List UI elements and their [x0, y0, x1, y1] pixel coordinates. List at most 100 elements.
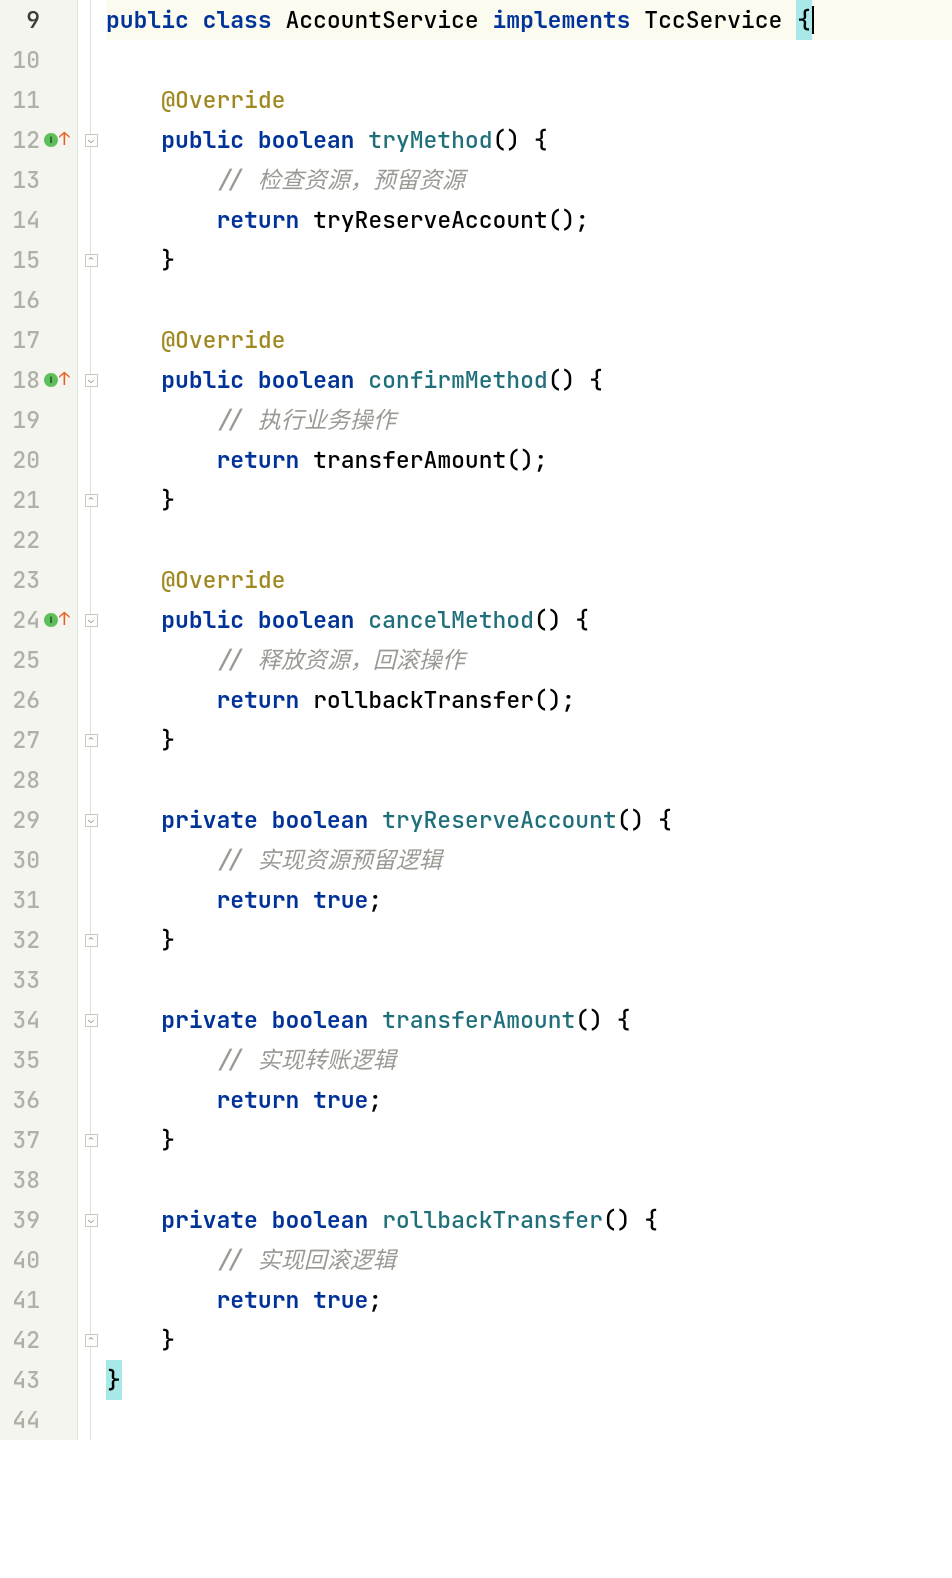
gutter-row[interactable]: 26	[0, 680, 77, 720]
code-line[interactable]	[106, 520, 952, 560]
token-kw: return	[217, 1280, 300, 1320]
implement-marker-icon[interactable]: I	[44, 613, 58, 627]
gutter-row[interactable]: 24I↑	[0, 600, 77, 640]
token-sp	[299, 1280, 313, 1320]
code-line[interactable]: // 释放资源，回滚操作	[106, 640, 952, 680]
code-line[interactable]	[106, 760, 952, 800]
gutter-row[interactable]: 12I↑	[0, 120, 77, 160]
gutter-row[interactable]: 13	[0, 160, 77, 200]
fold-close-icon[interactable]: ⌃	[85, 734, 98, 747]
gutter-row[interactable]: 28	[0, 760, 77, 800]
gutter-row[interactable]: 36	[0, 1080, 77, 1120]
gutter-row[interactable]: 37	[0, 1120, 77, 1160]
gutter-row[interactable]: 27	[0, 720, 77, 760]
fold-open-icon[interactable]: ⌄	[85, 614, 98, 627]
gutter-row[interactable]: 20	[0, 440, 77, 480]
fold-close-icon[interactable]: ⌃	[85, 254, 98, 267]
gutter-row[interactable]: 17	[0, 320, 77, 360]
fold-open-icon[interactable]: ⌄	[85, 1014, 98, 1027]
gutter-row[interactable]: 19	[0, 400, 77, 440]
code-line[interactable]: }	[106, 920, 952, 960]
code-line[interactable]: return transferAmount();	[106, 440, 952, 480]
code-line[interactable]: @Override	[106, 560, 952, 600]
code-line[interactable]	[106, 40, 952, 80]
gutter-row[interactable]: 31	[0, 880, 77, 920]
code-line[interactable]: // 实现转账逻辑	[106, 1040, 952, 1080]
fold-close-icon[interactable]: ⌃	[85, 494, 98, 507]
gutter-row[interactable]: 30	[0, 840, 77, 880]
fold-open-icon[interactable]: ⌄	[85, 1214, 98, 1227]
code-line[interactable]	[106, 960, 952, 1000]
token-ann: @Override	[161, 80, 285, 120]
code-line[interactable]	[106, 280, 952, 320]
code-line[interactable]	[106, 1400, 952, 1440]
overrides-up-icon[interactable]: ↑	[59, 360, 70, 400]
gutter-row[interactable]: 34	[0, 1000, 77, 1040]
gutter-row[interactable]: 14	[0, 200, 77, 240]
gutter-row[interactable]: 29	[0, 800, 77, 840]
gutter-row[interactable]: 44	[0, 1400, 77, 1440]
code-line[interactable]: // 实现回滚逻辑	[106, 1240, 952, 1280]
code-line[interactable]: return true;	[106, 1280, 952, 1320]
code-line[interactable]: return true;	[106, 880, 952, 920]
gutter-row[interactable]: 35	[0, 1040, 77, 1080]
code-line[interactable]: return rollbackTransfer();	[106, 680, 952, 720]
gutter-row[interactable]: 10	[0, 40, 77, 80]
fold-open-icon[interactable]: ⌄	[85, 374, 98, 387]
gutter-row[interactable]: 9	[0, 0, 77, 40]
gutter-row[interactable]: 39	[0, 1200, 77, 1240]
gutter-row[interactable]: 32	[0, 920, 77, 960]
code-line[interactable]: }	[106, 240, 952, 280]
code-line[interactable]: }	[106, 1360, 952, 1400]
code-line[interactable]	[106, 1160, 952, 1200]
fold-close-icon[interactable]: ⌃	[85, 1334, 98, 1347]
fold-close-icon[interactable]: ⌃	[85, 934, 98, 947]
fold-open-icon[interactable]: ⌄	[85, 814, 98, 827]
token-com-zh: 检查资源，预留资源	[258, 160, 465, 200]
code-line[interactable]: public boolean tryMethod() {	[106, 120, 952, 160]
code-line[interactable]: // 检查资源，预留资源	[106, 160, 952, 200]
gutter-row[interactable]: 15	[0, 240, 77, 280]
fold-row: ⌄	[78, 360, 104, 400]
code-line[interactable]: @Override	[106, 320, 952, 360]
implement-marker-icon[interactable]: I	[44, 133, 58, 147]
fold-open-icon[interactable]: ⌄	[85, 134, 98, 147]
overrides-up-icon[interactable]: ↑	[59, 600, 70, 640]
gutter-row[interactable]: 42	[0, 1320, 77, 1360]
gutter-row[interactable]: 23	[0, 560, 77, 600]
code-line[interactable]: private boolean tryReserveAccount() {	[106, 800, 952, 840]
implement-marker-icon[interactable]: I	[44, 373, 58, 387]
overrides-up-icon[interactable]: ↑	[59, 120, 70, 160]
gutter-row[interactable]: 11	[0, 80, 77, 120]
gutter-row[interactable]: 43	[0, 1360, 77, 1400]
code-line[interactable]: }	[106, 1320, 952, 1360]
code-line[interactable]: return tryReserveAccount();	[106, 200, 952, 240]
gutter-row[interactable]: 38	[0, 1160, 77, 1200]
code-line[interactable]: return true;	[106, 1080, 952, 1120]
fold-column: ⌄ ⌃ ⌄ ⌃ ⌄ ⌃ ⌄ ⌃ ⌄ ⌃ ⌄ ⌃	[78, 0, 104, 1440]
gutter-row[interactable]: 18I↑	[0, 360, 77, 400]
code-line[interactable]: // 执行业务操作	[106, 400, 952, 440]
token-com-zh: 实现转账逻辑	[258, 1040, 396, 1080]
gutter-row[interactable]: 16	[0, 280, 77, 320]
gutter-row[interactable]: 40	[0, 1240, 77, 1280]
gutter-row[interactable]: 33	[0, 960, 77, 1000]
gutter-row[interactable]: 21	[0, 480, 77, 520]
code-line[interactable]: public boolean confirmMethod() {	[106, 360, 952, 400]
code-line[interactable]: }	[106, 720, 952, 760]
code-line[interactable]: public boolean cancelMethod() {	[106, 600, 952, 640]
fold-close-icon[interactable]: ⌃	[85, 1134, 98, 1147]
code-line[interactable]: }	[106, 480, 952, 520]
token-sp	[272, 0, 286, 40]
gutter-row[interactable]: 25	[0, 640, 77, 680]
code-area[interactable]: public class AccountService implements T…	[104, 0, 952, 1440]
code-line[interactable]: private boolean transferAmount() {	[106, 1000, 952, 1040]
code-line[interactable]: public class AccountService implements T…	[106, 0, 952, 40]
code-line[interactable]: @Override	[106, 80, 952, 120]
code-line[interactable]: // 实现资源预留逻辑	[106, 840, 952, 880]
gutter-row[interactable]: 41	[0, 1280, 77, 1320]
gutter-row[interactable]: 22	[0, 520, 77, 560]
code-line[interactable]: private boolean rollbackTransfer() {	[106, 1200, 952, 1240]
code-line[interactable]: }	[106, 1120, 952, 1160]
token-cls: () {	[548, 360, 603, 400]
